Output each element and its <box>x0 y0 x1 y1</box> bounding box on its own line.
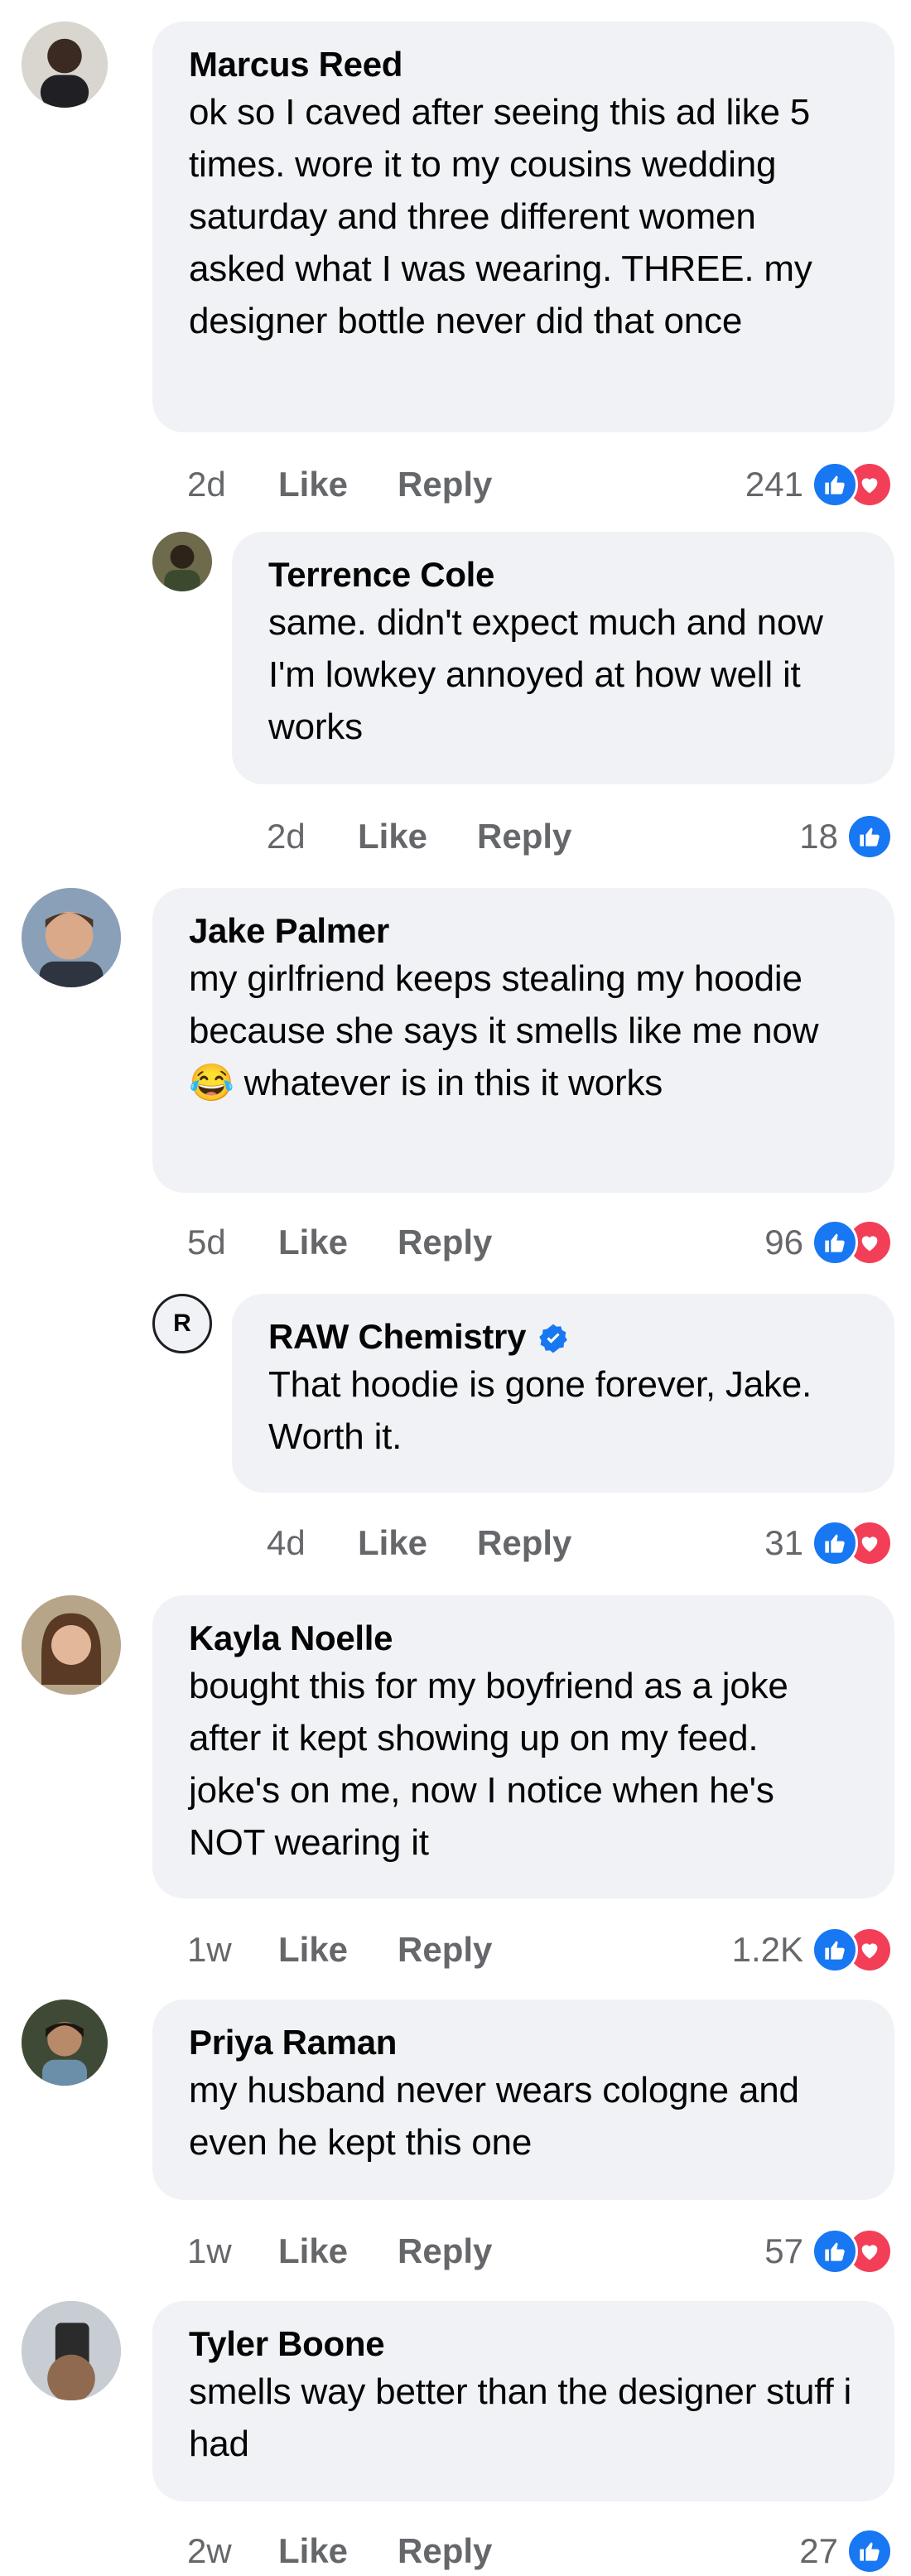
comment-bubble: Jake Palmer my girlfriend keeps stealing… <box>152 888 894 1193</box>
like-button[interactable]: Like <box>278 2531 348 2571</box>
like-icon <box>846 2528 893 2574</box>
comment-text: bought this for my boyfriend as a joke a… <box>189 1666 788 1863</box>
comment-actions: 5d Like Reply <box>187 1218 542 1267</box>
reply-button[interactable]: Reply <box>398 2531 492 2571</box>
reply-button[interactable]: Reply <box>398 1930 492 1970</box>
like-button[interactable]: Like <box>278 1223 348 1262</box>
like-button[interactable]: Like <box>278 465 348 504</box>
comment-author[interactable]: Tyler Boone <box>189 2323 858 2366</box>
comment-text: my girlfriend keeps stealing my hoodie b… <box>189 958 819 1103</box>
reaction-count: 241 <box>745 465 803 504</box>
reply-button[interactable]: Reply <box>398 465 492 504</box>
reaction-count: 18 <box>799 817 838 856</box>
comment-text: smells way better than the designer stuf… <box>189 2371 852 2464</box>
comment-author[interactable]: Marcus Reed <box>189 43 858 86</box>
like-icon <box>846 813 893 860</box>
like-icon <box>812 1520 858 1566</box>
reply-button[interactable]: Reply <box>477 1523 571 1563</box>
comment-timestamp[interactable]: 5d <box>187 1223 278 1262</box>
comment-author[interactable]: RAW Chemistry <box>268 1315 858 1358</box>
comment-actions: 4d Like Reply <box>267 1518 621 1568</box>
avatar[interactable] <box>22 22 108 108</box>
like-button[interactable]: Like <box>358 817 427 856</box>
comment-actions: 2d Like Reply <box>187 460 542 509</box>
page-avatar[interactable]: R <box>152 1294 212 1353</box>
comment-text: That hoodie is gone forever, Jake. Worth… <box>268 1364 812 1457</box>
comment-timestamp[interactable]: 4d <box>267 1523 358 1563</box>
reaction-count: 1.2K <box>731 1930 803 1969</box>
comment-author[interactable]: Jake Palmer <box>189 909 858 953</box>
avatar[interactable] <box>22 888 121 987</box>
comment-timestamp[interactable]: 2d <box>267 817 358 856</box>
reply-button[interactable]: Reply <box>398 1223 492 1262</box>
like-button[interactable]: Like <box>358 1523 427 1563</box>
comment-timestamp[interactable]: 2d <box>187 465 278 504</box>
reaction-summary[interactable]: 241 <box>745 460 893 509</box>
reaction-count: 96 <box>764 1223 803 1261</box>
comment-actions: 1w Like Reply <box>187 1925 542 1975</box>
comment-text: ok so I caved after seeing this ad like … <box>189 92 812 341</box>
reaction-count: 27 <box>799 2531 838 2570</box>
comment-author[interactable]: Kayla Noelle <box>189 1617 858 1660</box>
reply-button[interactable]: Reply <box>477 817 571 856</box>
reaction-summary[interactable]: 57 <box>764 2226 893 2276</box>
comment-actions: 1w Like Reply <box>187 2226 542 2276</box>
comment-actions: 2d Like Reply <box>267 812 621 861</box>
avatar[interactable] <box>152 532 212 591</box>
like-icon <box>812 2228 858 2275</box>
reaction-summary[interactable]: 1.2K <box>732 1925 893 1975</box>
comment-actions: 2w Like Reply <box>187 2526 542 2576</box>
comment-bubble: Tyler Boone smells way better than the d… <box>152 2301 894 2501</box>
like-icon <box>812 461 858 508</box>
like-button[interactable]: Like <box>278 2231 348 2271</box>
comment-author[interactable]: Terrence Cole <box>268 553 858 596</box>
comment-bubble: Kayla Noelle bought this for my boyfrien… <box>152 1595 894 1898</box>
reaction-summary[interactable]: 31 <box>764 1518 893 1568</box>
comment-text: my husband never wears cologne and even … <box>189 2070 799 2163</box>
like-icon <box>812 1927 858 1973</box>
like-button[interactable]: Like <box>278 1930 348 1970</box>
reaction-count: 31 <box>764 1523 803 1562</box>
reaction-count: 57 <box>764 2231 803 2270</box>
like-icon <box>812 1219 858 1266</box>
comment-bubble: Priya Raman my husband never wears colog… <box>152 2000 894 2200</box>
reaction-summary[interactable]: 27 <box>799 2526 893 2576</box>
comment-bubble: Terrence Cole same. didn't expect much a… <box>232 532 894 784</box>
comment-bubble: Marcus Reed ok so I caved after seeing t… <box>152 22 894 432</box>
comment-timestamp[interactable]: 1w <box>187 1930 278 1970</box>
comment-text: same. didn't expect much and now I'm low… <box>268 602 823 747</box>
reply-button[interactable]: Reply <box>398 2231 492 2271</box>
avatar[interactable] <box>22 2301 121 2400</box>
verified-badge-icon <box>537 1321 569 1353</box>
reaction-summary[interactable]: 96 <box>764 1218 893 1267</box>
comment-timestamp[interactable]: 2w <box>187 2531 278 2571</box>
comment-author[interactable]: Priya Raman <box>189 2021 858 2064</box>
comment-bubble: RAW Chemistry That hoodie is gone foreve… <box>232 1294 894 1493</box>
avatar[interactable] <box>22 1595 121 1695</box>
avatar[interactable] <box>22 2000 108 2086</box>
reaction-summary[interactable]: 18 <box>799 812 893 861</box>
comment-timestamp[interactable]: 1w <box>187 2231 278 2271</box>
